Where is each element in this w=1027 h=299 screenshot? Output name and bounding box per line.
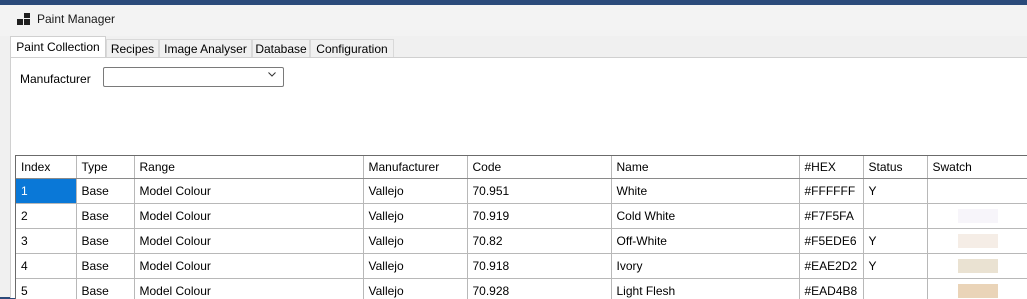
table-row[interactable]: 3BaseModel ColourVallejo70.82Off-White#F… — [16, 229, 1027, 254]
paint-table[interactable]: Index Type Range Manufacturer Code Name … — [15, 155, 1027, 299]
chevron-down-icon — [268, 70, 276, 78]
window-title: Paint Manager — [37, 12, 115, 26]
cell-index[interactable]: 2 — [16, 204, 76, 229]
cell-range[interactable]: Model Colour — [134, 254, 363, 279]
cell-hex[interactable]: #EAD4B8 — [799, 279, 863, 299]
color-swatch — [958, 259, 998, 273]
column-header-swatch[interactable]: Swatch — [927, 156, 1027, 179]
cell-swatch[interactable] — [927, 179, 1027, 204]
column-header-code[interactable]: Code — [467, 156, 611, 179]
paint-collection-panel: Manufacturer Index Type Range — [10, 57, 1027, 298]
tab-label: Paint Collection — [16, 40, 99, 54]
app-window: Paint Manager Paint Collection Recipes I… — [0, 5, 1027, 297]
cell-manufacturer[interactable]: Vallejo — [363, 254, 467, 279]
cell-type[interactable]: Base — [76, 254, 134, 279]
column-header-hex[interactable]: #HEX — [799, 156, 863, 179]
cell-manufacturer[interactable]: Vallejo — [363, 204, 467, 229]
cell-status[interactable]: Y — [863, 229, 927, 254]
cell-code[interactable]: 70.918 — [467, 254, 611, 279]
app-window-icon — [17, 13, 31, 27]
table-row[interactable]: 2BaseModel ColourVallejo70.919Cold White… — [16, 204, 1027, 229]
cell-name[interactable]: Cold White — [611, 204, 799, 229]
cell-status[interactable]: Y — [863, 179, 927, 204]
tab-image-analyser[interactable]: Image Analyser — [159, 39, 252, 57]
column-header-range[interactable]: Range — [134, 156, 363, 179]
cell-hex[interactable]: #EAE2D2 — [799, 254, 863, 279]
tab-configuration[interactable]: Configuration — [310, 39, 394, 57]
cell-code[interactable]: 70.928 — [467, 279, 611, 299]
color-swatch — [958, 209, 998, 223]
cell-name[interactable]: Ivory — [611, 254, 799, 279]
tab-label: Configuration — [316, 42, 387, 56]
cell-hex[interactable]: #F5EDE6 — [799, 229, 863, 254]
manufacturer-dropdown[interactable] — [103, 67, 284, 87]
cell-code[interactable]: 70.919 — [467, 204, 611, 229]
tab-label: Database — [255, 42, 306, 56]
cell-swatch[interactable] — [927, 254, 1027, 279]
column-header-name[interactable]: Name — [611, 156, 799, 179]
tab-database[interactable]: Database — [252, 39, 310, 57]
color-swatch — [958, 184, 998, 198]
table-row[interactable]: 5BaseModel ColourVallejo70.928Light Fles… — [16, 279, 1027, 299]
color-swatch — [958, 284, 998, 298]
cell-type[interactable]: Base — [76, 279, 134, 299]
cell-swatch[interactable] — [927, 204, 1027, 229]
table-row[interactable]: 1BaseModel ColourVallejo70.951White#FFFF… — [16, 179, 1027, 204]
cell-index[interactable]: 1 — [16, 179, 76, 204]
tab-label: Image Analyser — [164, 42, 247, 56]
cell-range[interactable]: Model Colour — [134, 179, 363, 204]
cell-range[interactable]: Model Colour — [134, 204, 363, 229]
cell-hex[interactable]: #FFFFFF — [799, 179, 863, 204]
table-row[interactable]: 4BaseModel ColourVallejo70.918Ivory#EAE2… — [16, 254, 1027, 279]
tab-paint-collection[interactable]: Paint Collection — [10, 36, 106, 57]
column-header-index[interactable]: Index — [16, 156, 76, 179]
cell-code[interactable]: 70.82 — [467, 229, 611, 254]
column-header-manufacturer[interactable]: Manufacturer — [363, 156, 467, 179]
cell-index[interactable]: 3 — [16, 229, 76, 254]
cell-manufacturer[interactable]: Vallejo — [363, 229, 467, 254]
cell-manufacturer[interactable]: Vallejo — [363, 279, 467, 299]
cell-type[interactable]: Base — [76, 204, 134, 229]
manufacturer-label: Manufacturer — [20, 72, 91, 86]
cell-hex[interactable]: #F7F5FA — [799, 204, 863, 229]
cell-swatch[interactable] — [927, 279, 1027, 299]
cell-status[interactable]: Y — [863, 254, 927, 279]
column-header-type[interactable]: Type — [76, 156, 134, 179]
table-header-row: Index Type Range Manufacturer Code Name … — [16, 156, 1027, 179]
cell-name[interactable]: Off-White — [611, 229, 799, 254]
cell-index[interactable]: 5 — [16, 279, 76, 299]
cell-range[interactable]: Model Colour — [134, 229, 363, 254]
cell-index[interactable]: 4 — [16, 254, 76, 279]
cell-manufacturer[interactable]: Vallejo — [363, 179, 467, 204]
cell-name[interactable]: Light Flesh — [611, 279, 799, 299]
cell-range[interactable]: Model Colour — [134, 279, 363, 299]
cell-type[interactable]: Base — [76, 229, 134, 254]
tab-recipes[interactable]: Recipes — [106, 39, 159, 57]
cell-status[interactable] — [863, 279, 927, 299]
column-header-status[interactable]: Status — [863, 156, 927, 179]
cell-status[interactable] — [863, 204, 927, 229]
cell-swatch[interactable] — [927, 229, 1027, 254]
cell-type[interactable]: Base — [76, 179, 134, 204]
cell-name[interactable]: White — [611, 179, 799, 204]
color-swatch — [958, 234, 998, 248]
title-bar[interactable]: Paint Manager — [0, 5, 1027, 36]
cell-code[interactable]: 70.951 — [467, 179, 611, 204]
tab-label: Recipes — [111, 42, 154, 56]
